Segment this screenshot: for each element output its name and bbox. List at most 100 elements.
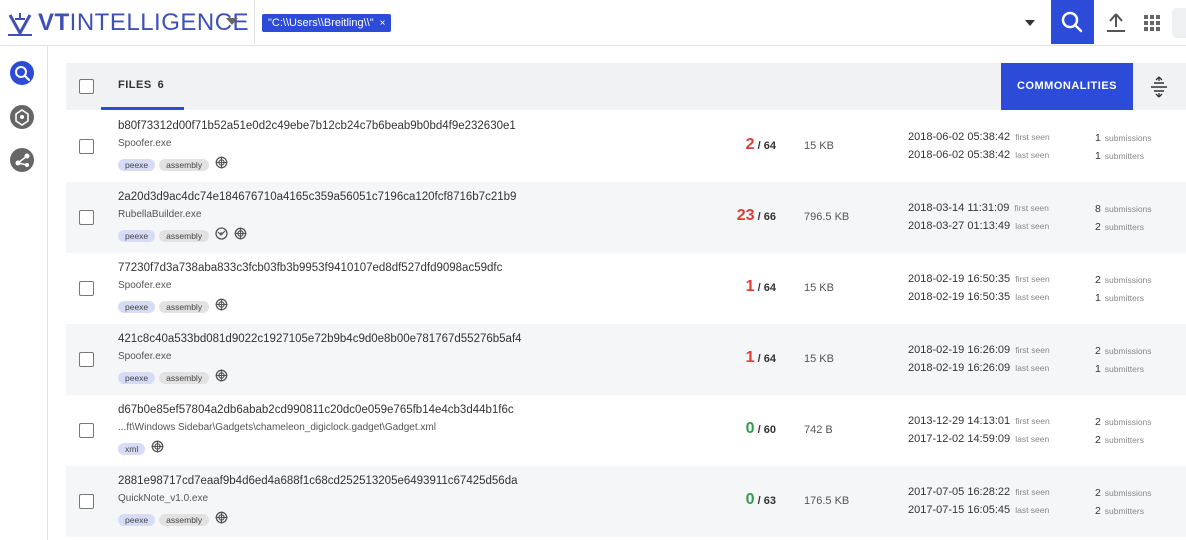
tag-peexe[interactable]: peexe bbox=[118, 514, 156, 526]
search-button[interactable] bbox=[1051, 0, 1094, 44]
tag-peexe[interactable]: peexe bbox=[118, 159, 156, 171]
tag-assembly[interactable]: assembly bbox=[159, 159, 210, 171]
target-icon bbox=[149, 440, 164, 458]
target-icon bbox=[213, 369, 228, 387]
detection-ratio[interactable]: 1 / 64 bbox=[706, 278, 776, 296]
tag-assembly[interactable]: assembly bbox=[159, 372, 210, 384]
file-hash-link[interactable]: d67b0e85ef57804a2db6abab2cd990811c20dc0e… bbox=[118, 404, 514, 416]
target-icon bbox=[232, 227, 247, 245]
positives-count: 0 bbox=[745, 420, 755, 437]
graph-nav-icon[interactable] bbox=[9, 104, 37, 132]
submissions-count: 2 submissions bbox=[1095, 487, 1152, 499]
close-icon[interactable]: × bbox=[380, 18, 386, 29]
file-size: 742 B bbox=[804, 424, 833, 436]
engines-total: / 64 bbox=[757, 282, 776, 294]
tab-files[interactable]: FILES 6 bbox=[118, 79, 164, 91]
search-query-text: "C:\\Users\\Breitling\\" bbox=[268, 17, 374, 29]
select-all-checkbox[interactable] bbox=[79, 79, 94, 94]
row-checkbox[interactable] bbox=[79, 281, 94, 296]
detection-ratio[interactable]: 0 / 60 bbox=[706, 420, 776, 438]
user-menu-button[interactable] bbox=[1172, 8, 1186, 38]
file-hash-link[interactable]: 2881e98717cd7eaaf9b4d6ed4a688f1c68cd2525… bbox=[118, 475, 518, 487]
first-seen: 2018-06-02 05:38:42 first seen bbox=[908, 131, 1050, 143]
row-checkbox[interactable] bbox=[79, 423, 94, 438]
row-checkbox[interactable] bbox=[79, 494, 94, 509]
tag-xml[interactable]: xml bbox=[118, 443, 146, 455]
search-dropdown-icon[interactable] bbox=[1025, 20, 1035, 26]
vt-intelligence-logo[interactable]: VTINTELLIGENCE bbox=[6, 8, 249, 38]
tag-peexe[interactable]: peexe bbox=[118, 301, 156, 313]
commonalities-button[interactable]: COMMONALITIES bbox=[1001, 63, 1133, 110]
search-nav-icon[interactable] bbox=[9, 60, 37, 88]
file-row[interactable]: 2a20d3d9ac4dc74e184676710a4165c359a56051… bbox=[66, 182, 1186, 253]
file-name: Spoofer.exe bbox=[118, 138, 172, 149]
tab-underline bbox=[101, 107, 184, 110]
row-checkbox[interactable] bbox=[79, 139, 94, 154]
file-size: 15 KB bbox=[804, 353, 834, 365]
file-hash-link[interactable]: 421c8c40a533bd081d9022c1927105e72b9b4c9d… bbox=[118, 333, 522, 345]
file-row[interactable]: b80f73312d00f71b52a51e0d2c49ebe7b12cb24c… bbox=[66, 111, 1186, 182]
engines-total: / 60 bbox=[757, 424, 776, 436]
search-bar[interactable]: "C:\\Users\\Breitling\\" × bbox=[254, 0, 1050, 44]
apps-grid-icon[interactable] bbox=[1142, 13, 1162, 33]
filter-icon[interactable] bbox=[1148, 76, 1170, 98]
file-row[interactable]: d67b0e85ef57804a2db6abab2cd990811c20dc0e… bbox=[66, 395, 1186, 466]
target-icon bbox=[213, 298, 228, 316]
positives-count: 1 bbox=[745, 349, 755, 366]
file-row[interactable]: 77230f7d3a738aba833c3fcb03fb3b9953f94101… bbox=[66, 253, 1186, 324]
search-icon bbox=[1061, 11, 1083, 33]
file-name: RubellaBuilder.exe bbox=[118, 209, 202, 220]
file-hash-link[interactable]: 2a20d3d9ac4dc74e184676710a4165c359a56051… bbox=[118, 191, 516, 203]
tag-assembly[interactable]: assembly bbox=[159, 230, 210, 242]
tag-assembly[interactable]: assembly bbox=[159, 514, 210, 526]
tag-peexe[interactable]: peexe bbox=[118, 372, 156, 384]
last-seen: 2017-12-02 14:59:09 last seen bbox=[908, 433, 1050, 445]
positives-count: 2 bbox=[745, 136, 755, 153]
file-row[interactable]: 2881e98717cd7eaaf9b4d6ed4a688f1c68cd2525… bbox=[66, 466, 1186, 537]
file-name: QuickNote_v1.0.exe bbox=[118, 493, 209, 504]
file-name: ...ft\Windows Sidebar\Gadgets\chameleon_… bbox=[118, 422, 436, 433]
detection-ratio[interactable]: 0 / 63 bbox=[706, 491, 776, 509]
hunting-nav-icon[interactable] bbox=[9, 147, 37, 175]
search-query-chip[interactable]: "C:\\Users\\Breitling\\" × bbox=[262, 14, 392, 32]
file-tags: peexe assembly bbox=[118, 511, 228, 529]
positives-count: 23 bbox=[736, 207, 755, 224]
file-hash-link[interactable]: 77230f7d3a738aba833c3fcb03fb3b9953f94101… bbox=[118, 262, 502, 274]
tag-peexe[interactable]: peexe bbox=[118, 230, 156, 242]
positives-count: 1 bbox=[745, 278, 755, 295]
first-seen: 2018-02-19 16:50:35 first seen bbox=[908, 273, 1050, 285]
row-checkbox[interactable] bbox=[79, 352, 94, 367]
file-size: 15 KB bbox=[804, 282, 834, 294]
file-tags: peexe assembly bbox=[118, 298, 228, 316]
detection-ratio[interactable]: 2 / 64 bbox=[706, 136, 776, 154]
file-hash-link[interactable]: b80f73312d00f71b52a51e0d2c49ebe7b12cb24c… bbox=[118, 120, 516, 132]
file-size: 15 KB bbox=[804, 140, 834, 152]
file-row[interactable]: 421c8c40a533bd081d9022c1927105e72b9b4c9d… bbox=[66, 324, 1186, 395]
submitters-count: 1 submitters bbox=[1095, 150, 1144, 162]
file-name: Spoofer.exe bbox=[118, 351, 172, 362]
first-seen: 2018-03-14 11:31:09 first seen bbox=[908, 202, 1049, 214]
submissions-count: 2 submissions bbox=[1095, 274, 1152, 286]
row-checkbox[interactable] bbox=[79, 210, 94, 225]
detection-ratio[interactable]: 23 / 66 bbox=[706, 207, 776, 225]
left-sidebar bbox=[0, 46, 48, 540]
last-seen: 2017-07-15 16:05:45 last seen bbox=[908, 504, 1050, 516]
last-seen: 2018-06-02 05:38:42 last seen bbox=[908, 149, 1050, 161]
chevron-down-icon[interactable] bbox=[226, 18, 238, 25]
top-bar: VTINTELLIGENCE "C:\\Users\\Breitling\\" × bbox=[0, 0, 1186, 46]
tag-assembly[interactable]: assembly bbox=[159, 301, 210, 313]
file-tags: peexe assembly bbox=[118, 227, 247, 245]
first-seen: 2013-12-29 14:13:01 first seen bbox=[908, 415, 1050, 427]
file-name: Spoofer.exe bbox=[118, 280, 172, 291]
submitters-count: 2 submitters bbox=[1095, 434, 1144, 446]
upload-icon[interactable] bbox=[1104, 10, 1128, 34]
file-size: 796.5 KB bbox=[804, 211, 850, 223]
file-size: 176.5 KB bbox=[804, 495, 850, 507]
submissions-count: 1 submissions bbox=[1095, 132, 1152, 144]
target-icon bbox=[213, 511, 228, 529]
detection-ratio[interactable]: 1 / 64 bbox=[706, 349, 776, 367]
target-icon bbox=[213, 156, 228, 174]
file-tags: peexe assembly bbox=[118, 369, 228, 387]
submitters-count: 1 submitters bbox=[1095, 292, 1144, 304]
file-tags: xml bbox=[118, 440, 164, 458]
